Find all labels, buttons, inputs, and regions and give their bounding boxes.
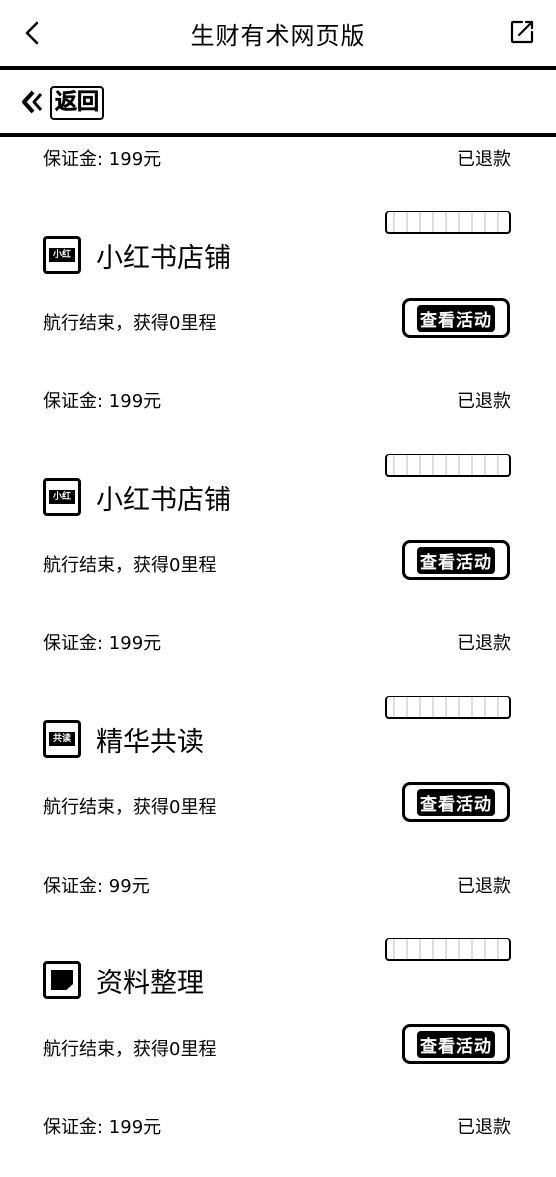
deposit-text: 保证金: 199元: [43, 633, 162, 654]
view-activity-label: 查看活动: [417, 1030, 495, 1058]
view-activity-label: 查看活动: [417, 788, 495, 816]
return-bar[interactable]: 返回: [0, 70, 556, 133]
double-chevron-left-icon: [22, 90, 43, 114]
date-stamp: [385, 454, 511, 477]
view-activity-button[interactable]: 查看活动: [402, 1024, 510, 1064]
document-icon: [43, 961, 81, 999]
deposit-text: 保证金: 199元: [43, 391, 162, 412]
view-activity-button[interactable]: 查看活动: [402, 782, 510, 822]
app-bar: 生财有术网页版: [0, 0, 556, 67]
xiaohongshu-icon: 小红书: [43, 478, 81, 516]
refund-status: 已退款: [457, 633, 511, 654]
deposit-text: 保证金: 199元: [43, 149, 162, 170]
date-stamp: [385, 938, 511, 961]
xiaohongshu-icon: 小红书: [43, 236, 81, 274]
activity-name: 小红书店铺: [96, 485, 231, 516]
reading-icon: 共读: [43, 720, 81, 758]
view-activity-label: 查看活动: [417, 304, 495, 332]
refund-status: 已退款: [457, 391, 511, 412]
view-activity-label: 查看活动: [417, 546, 495, 574]
result-text: 航行结束，获得0里程: [43, 797, 217, 818]
activity-name: 小红书店铺: [96, 243, 231, 274]
activity-name: 资料整理: [96, 968, 204, 999]
date-stamp: [385, 696, 511, 719]
refund-status: 已退款: [457, 149, 511, 170]
page-title: 生财有术网页版: [190, 22, 366, 50]
deposit-text: 保证金: 199元: [43, 1117, 162, 1138]
refund-status: 已退款: [457, 876, 511, 897]
deposit-text: 保证金: 99元: [43, 876, 150, 897]
view-activity-button[interactable]: 查看活动: [402, 540, 510, 580]
result-text: 航行结束，获得0里程: [43, 313, 217, 334]
backbar-divider: [0, 133, 556, 137]
open-external-icon[interactable]: [508, 18, 536, 46]
refund-status: 已退款: [457, 1117, 511, 1138]
view-activity-button[interactable]: 查看活动: [402, 298, 510, 338]
return-button[interactable]: 返回: [50, 86, 105, 120]
date-stamp: [385, 211, 511, 234]
activity-name: 精华共读: [96, 727, 204, 758]
result-text: 航行结束，获得0里程: [43, 555, 217, 576]
result-text: 航行结束，获得0里程: [43, 1039, 217, 1060]
